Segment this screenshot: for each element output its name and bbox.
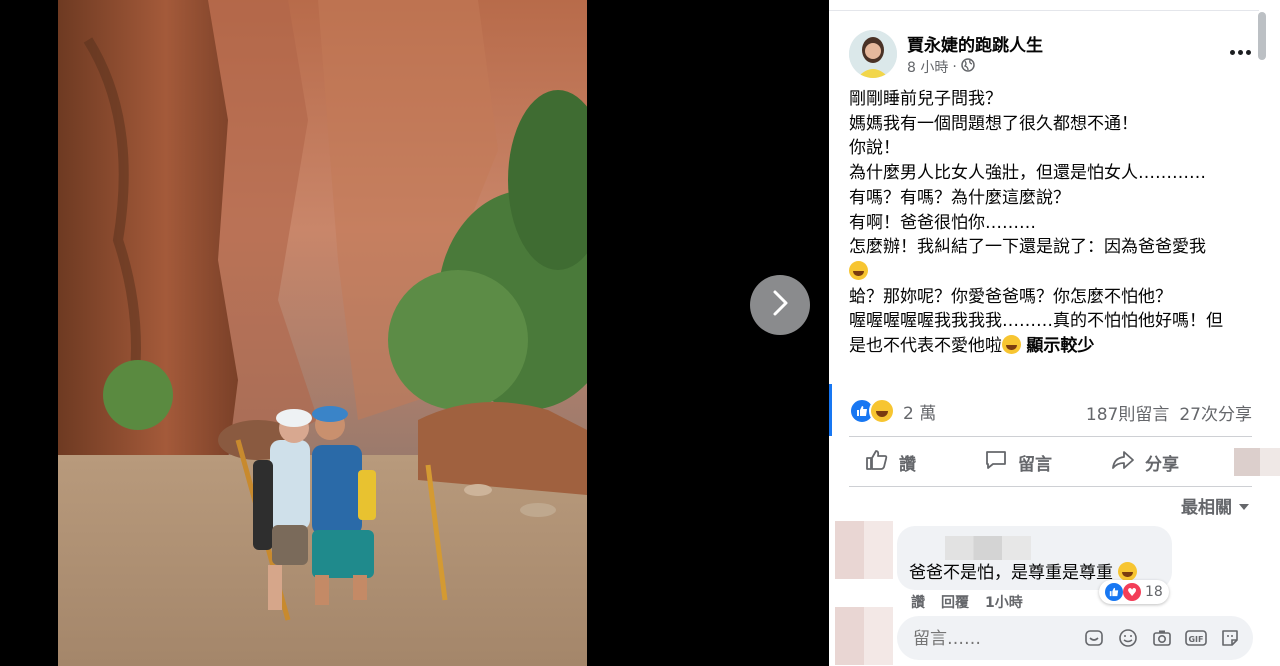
next-photo-button[interactable]: [750, 275, 810, 335]
post-line: 媽媽我有一個問題想了很久都想不通！: [849, 113, 1138, 134]
haha-reaction-icon: [869, 398, 895, 424]
panel-top-divider: [829, 10, 1259, 11]
meta-separator: ·: [952, 59, 957, 75]
share-button[interactable]: 分享: [1111, 440, 1179, 484]
post-meta: 8 小時 ·: [907, 57, 975, 77]
comment-text-content: 爸爸不是怕，是尊重是尊重: [909, 563, 1113, 583]
comment-actions: 讚 回覆 1小時: [911, 592, 1023, 612]
post-line: 怎麼辦！我糾結了一下還是說了：因為爸爸愛我: [849, 237, 1206, 258]
comment-reaction-count: 18: [1145, 584, 1163, 600]
post-photo: [58, 0, 587, 666]
like-button[interactable]: 讚: [865, 440, 916, 484]
speech-bubble-icon: [984, 448, 1008, 477]
comment-button[interactable]: 留言: [984, 440, 1052, 484]
commenter-name[interactable]: [945, 536, 1031, 560]
post-line: 你說！: [849, 138, 900, 159]
post-line: 有嗎？有嗎？為什麼這麼說？: [849, 187, 1070, 208]
post-line: 有啊！爸爸很怕你………: [849, 212, 1036, 233]
like-label: 讚: [899, 454, 916, 475]
commenter-avatar[interactable]: [835, 521, 893, 579]
comment-time[interactable]: 1小時: [985, 592, 1023, 612]
post-body: 剛剛睡前兒子問我？ 媽媽我有一個問題想了很久都想不通！ 你說！ 為什麼男人比女人…: [849, 87, 1254, 359]
gif-icon[interactable]: GIF: [1185, 627, 1207, 649]
comment-reply-button[interactable]: 回覆: [941, 592, 969, 612]
see-less-link[interactable]: 顯示較少: [1026, 336, 1094, 356]
post-line-emoji: [849, 260, 1254, 285]
share-count[interactable]: 27次分享: [1179, 400, 1252, 425]
chevron-right-icon: [770, 289, 790, 321]
wink-emoji-icon: [1118, 562, 1138, 581]
comment-like-button[interactable]: 讚: [911, 592, 925, 612]
share-target-avatar[interactable]: [1234, 448, 1280, 476]
more-dot: [1245, 49, 1251, 55]
comment-count[interactable]: 187則留言: [1086, 400, 1169, 425]
photo-viewer: [0, 0, 829, 666]
share-label: 分享: [1145, 454, 1179, 475]
comment-reaction-summary[interactable]: ♥ 18: [1099, 580, 1169, 604]
page-name[interactable]: 賈永婕的跑跳人生: [907, 31, 1043, 56]
more-options-button[interactable]: [1225, 42, 1255, 62]
more-dot: [1237, 49, 1243, 55]
post-header: 賈永婕的跑跳人生 8 小時 ·: [849, 30, 1259, 80]
grin-emoji-icon: [1002, 335, 1021, 355]
reaction-count: 2 萬: [903, 403, 937, 424]
post-line: 為什麼男人比女人強壯，但還是怕女人…………: [849, 163, 1206, 184]
post-stats: 2 萬 187則留言 27次分享: [849, 394, 1252, 426]
post-line-last: 是也不代表不愛他啦 顯示較少: [849, 334, 1254, 359]
comment-input[interactable]: [911, 624, 1085, 654]
love-reaction-icon: ♥: [1123, 583, 1141, 601]
actions-divider: [849, 486, 1252, 487]
sort-label: 最相關: [1181, 498, 1232, 518]
sticker-note-icon[interactable]: [1219, 627, 1241, 649]
more-dots-icon: [1229, 49, 1235, 55]
svg-text:GIF: GIF: [1188, 635, 1203, 644]
reaction-summary[interactable]: 2 萬: [849, 398, 936, 424]
post-panel: 賈永婕的跑跳人生 8 小時 · 剛剛睡前兒子問我？ 媽媽我有一個問題想了很久都想…: [829, 0, 1280, 666]
focus-indicator: [829, 384, 832, 436]
comment-label: 留言: [1018, 454, 1052, 475]
post-line: 剛剛睡前兒子問我？: [849, 89, 1002, 109]
panel-scrollbar[interactable]: [1258, 12, 1266, 60]
engagement-counts: 187則留言 27次分享: [1086, 400, 1252, 425]
sticker-icon[interactable]: [1083, 627, 1105, 649]
post-actions: 讚 留言 分享: [849, 440, 1280, 484]
post-line: 蛤？那妳呢？你愛爸爸嗎？你怎麼不怕他？: [849, 286, 1172, 307]
share-arrow-icon: [1111, 448, 1135, 477]
comment-text: 爸爸不是怕，是尊重是尊重: [909, 558, 1138, 583]
emoji-icon[interactable]: [1117, 627, 1139, 649]
like-reaction-icon: [1105, 583, 1123, 601]
post-line: 喔喔喔喔喔我我我我………真的不怕怕他好嗎！但: [849, 311, 1223, 332]
page-avatar[interactable]: [849, 30, 897, 78]
composer-tools: GIF: [1083, 627, 1241, 649]
caret-down-icon: [1238, 496, 1250, 516]
globe-icon: [961, 58, 975, 76]
grin-emoji-icon: [849, 260, 868, 280]
comment-sort-dropdown[interactable]: 最相關: [1181, 493, 1250, 518]
thumbs-up-icon: [865, 448, 889, 477]
post-time[interactable]: 8 小時: [907, 57, 948, 77]
current-user-avatar[interactable]: [835, 607, 893, 665]
stats-divider: [849, 436, 1252, 437]
camera-icon[interactable]: [1151, 627, 1173, 649]
comment-composer: GIF: [897, 616, 1253, 660]
post-line: 是也不代表不愛他啦: [849, 336, 1002, 357]
